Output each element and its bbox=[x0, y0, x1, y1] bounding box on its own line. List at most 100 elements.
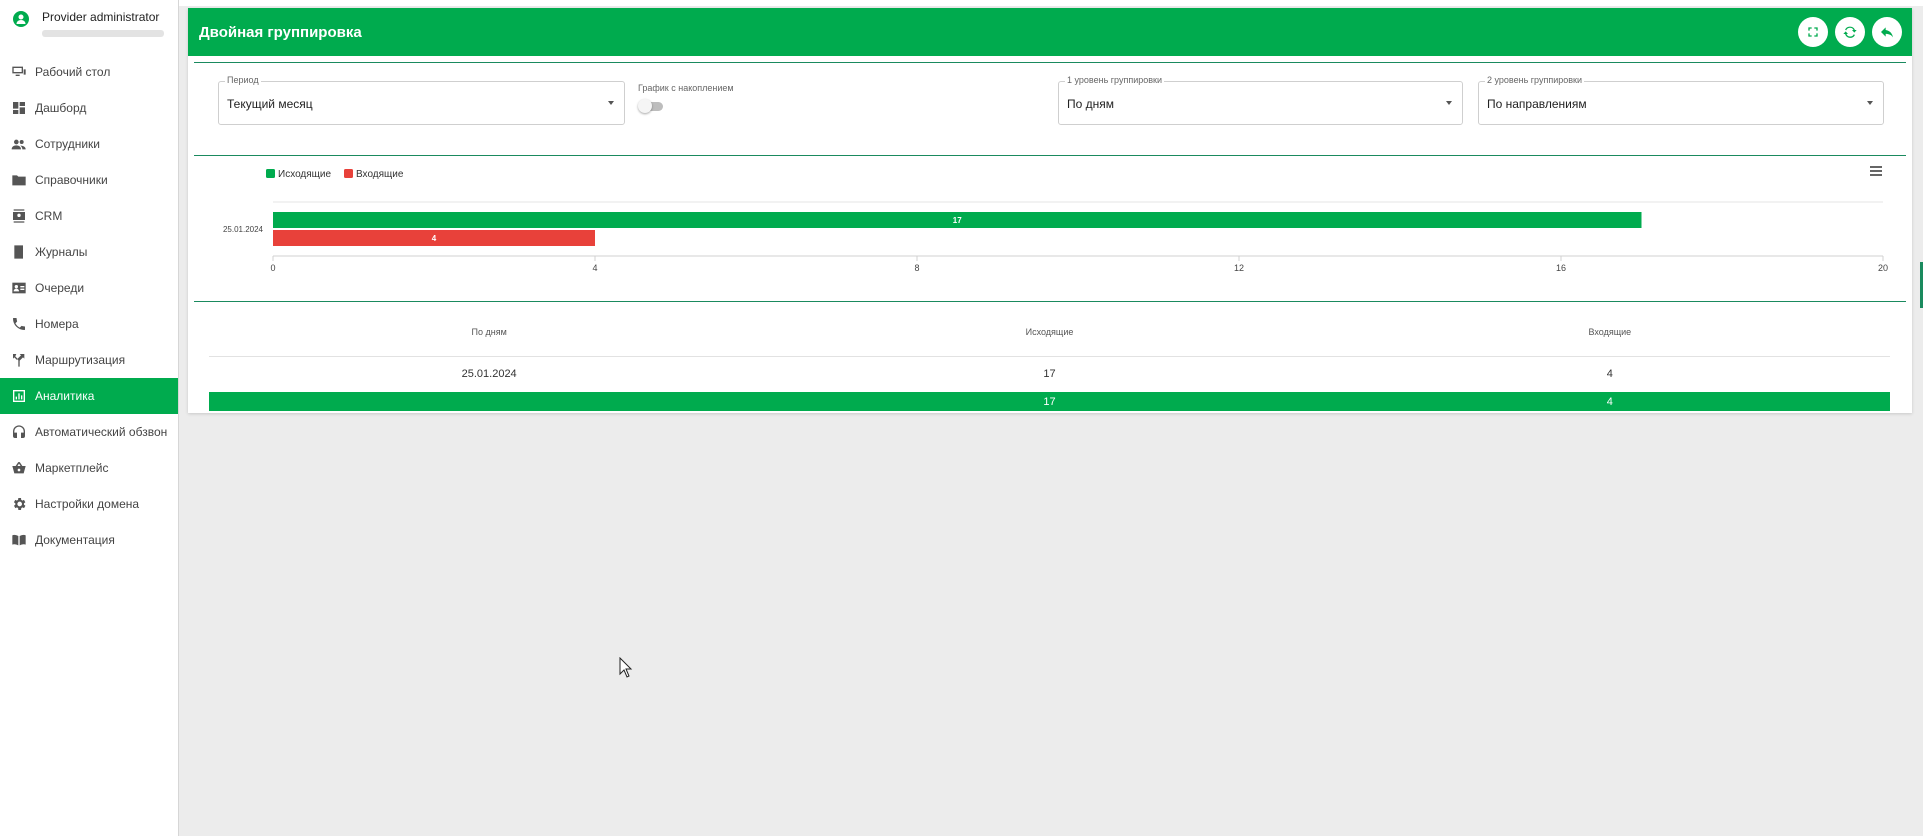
legend-label: Входящие bbox=[356, 169, 404, 180]
sidebar-item-autodial[interactable]: Автоматический обзвон bbox=[0, 414, 178, 450]
chevron-down-icon bbox=[608, 101, 614, 105]
sidebar-item-label: Дашборд bbox=[35, 101, 87, 115]
contacts-icon bbox=[11, 208, 27, 224]
toggle-knob bbox=[638, 99, 652, 113]
sidebar-item-domain-settings[interactable]: Настройки домена bbox=[0, 486, 178, 522]
people-icon bbox=[11, 136, 27, 152]
sidebar-item-label: Справочники bbox=[35, 173, 108, 187]
hamburger-menu-icon[interactable] bbox=[1870, 166, 1882, 176]
sidebar-item-documentation[interactable]: Документация bbox=[0, 522, 178, 558]
sidebar-item-label: Автоматический обзвон bbox=[35, 425, 168, 439]
dashboard-icon bbox=[11, 100, 27, 116]
basket-icon bbox=[11, 460, 27, 476]
table-header-cell: По дням bbox=[209, 308, 770, 357]
top-strip bbox=[179, 0, 1923, 6]
y-category-label: 25.01.2024 bbox=[223, 225, 264, 234]
fullscreen-button[interactable] bbox=[1798, 17, 1828, 47]
mouse-cursor-icon bbox=[619, 657, 633, 678]
x-tick-label: 20 bbox=[1878, 263, 1888, 273]
sidebar-item-label: Маркетплейс bbox=[35, 461, 109, 475]
analytics-icon bbox=[11, 388, 27, 404]
level2-select[interactable]: 2 уровень группировки По направлениям bbox=[1478, 75, 1884, 125]
gear-icon bbox=[11, 496, 27, 512]
sidebar-item-label: Сотрудники bbox=[35, 137, 100, 151]
sidebar-item-crm[interactable]: CRM bbox=[0, 198, 178, 234]
x-tick-label: 16 bbox=[1556, 263, 1566, 273]
refresh-icon bbox=[1843, 26, 1857, 38]
chevron-down-icon bbox=[1446, 101, 1452, 105]
sidebar-item-directories[interactable]: Справочники bbox=[0, 162, 178, 198]
phone-icon bbox=[11, 316, 27, 332]
x-tick-label: 4 bbox=[592, 263, 597, 273]
period-value: Текущий месяц bbox=[227, 97, 313, 111]
table-total-row: 17 4 bbox=[209, 392, 1890, 411]
level1-label: 1 уровень группировки bbox=[1065, 75, 1164, 85]
bar-data-label: 4 bbox=[432, 234, 437, 243]
routing-icon bbox=[11, 352, 27, 368]
sidebar-item-marketplace[interactable]: Маркетплейс bbox=[0, 450, 178, 486]
x-tick-label: 0 bbox=[270, 263, 275, 273]
fullscreen-icon bbox=[1808, 27, 1818, 37]
sidebar-item-label: Журналы bbox=[35, 245, 88, 259]
desktop-icon bbox=[11, 64, 27, 80]
sidebar-item-label: Маршрутизация bbox=[35, 353, 126, 367]
table-total-cell: 4 bbox=[1329, 392, 1890, 411]
table-row: 25.01.2024 17 4 bbox=[209, 356, 1890, 392]
sidebar-item-label: Очереди bbox=[35, 281, 85, 295]
sidebar-item-label: Рабочий стол bbox=[35, 65, 111, 79]
bar-chart: Исходящие Входящие 0 4 8 12 16 20 25.01.2024 17 4 bbox=[188, 156, 1912, 301]
sidebar: Provider administrator Рабочий стол Дашбо… bbox=[0, 0, 179, 836]
sidebar-item-label: CRM bbox=[35, 209, 63, 223]
sidebar-item-journals[interactable]: Журналы bbox=[0, 234, 178, 270]
table-total-cell: 17 bbox=[769, 392, 1330, 411]
legend-swatch bbox=[344, 169, 353, 178]
data-table: По дням Исходящие Входящие 25.01.2024 17 4 17… bbox=[209, 308, 1890, 411]
sidebar-item-dashboard[interactable]: Дашборд bbox=[0, 90, 178, 126]
period-select[interactable]: Период Текущий месяц bbox=[218, 75, 625, 125]
reply-arrow-icon bbox=[1881, 27, 1893, 38]
sidebar-item-label: Номера bbox=[35, 317, 79, 331]
chevron-down-icon bbox=[1867, 101, 1873, 105]
docs-icon bbox=[11, 532, 27, 548]
sidebar-item-numbers[interactable]: Номера bbox=[0, 306, 178, 342]
sidebar-nav: Рабочий стол Дашборд Сотрудники Справочники… bbox=[0, 54, 178, 558]
level1-select[interactable]: 1 уровень группировки По дням bbox=[1058, 75, 1463, 125]
bar-data-label: 17 bbox=[953, 216, 962, 225]
table-header-cell: Исходящие bbox=[769, 308, 1330, 357]
headset-icon bbox=[11, 424, 27, 440]
level2-label: 2 уровень группировки bbox=[1485, 75, 1584, 85]
cumulative-label: График с накоплением bbox=[638, 83, 734, 93]
chart-svg: Исходящие Входящие 0 4 8 12 16 20 25.01.2024 17 4 bbox=[223, 169, 1888, 273]
refresh-button[interactable] bbox=[1835, 17, 1865, 47]
table-cell: 17 bbox=[1043, 368, 1056, 381]
table-cell: 4 bbox=[1606, 368, 1613, 381]
sidebar-item-employees[interactable]: Сотрудники bbox=[0, 126, 178, 162]
sidebar-item-desktop[interactable]: Рабочий стол bbox=[0, 54, 178, 90]
sidebar-item-label: Аналитика bbox=[35, 389, 95, 403]
cumulative-toggle[interactable] bbox=[638, 99, 664, 113]
table-total-cell bbox=[209, 392, 770, 411]
book-icon bbox=[11, 244, 27, 260]
table-header-cell: Входящие bbox=[1329, 308, 1890, 357]
page-title: Двойная группировка bbox=[199, 23, 362, 41]
sidebar-item-label: Документация bbox=[35, 533, 115, 547]
contact-card-icon bbox=[11, 280, 27, 296]
user-profile[interactable]: Provider administrator bbox=[0, 0, 178, 50]
report-card: Двойная группировка Период Текущий месяц… bbox=[188, 8, 1912, 413]
account-icon bbox=[13, 11, 29, 27]
x-tick-label: 8 bbox=[914, 263, 919, 273]
legend-label: Исходящие bbox=[278, 169, 331, 180]
filters-panel: Период Текущий месяц График с накопление… bbox=[188, 63, 1912, 155]
x-tick-label: 12 bbox=[1234, 263, 1244, 273]
user-name: Provider administrator bbox=[42, 10, 160, 24]
back-button[interactable] bbox=[1872, 17, 1902, 47]
level1-value: По дням bbox=[1067, 97, 1115, 111]
legend-swatch bbox=[266, 169, 275, 178]
divider bbox=[194, 301, 1906, 302]
user-email-blurred bbox=[42, 30, 164, 37]
sidebar-item-queues[interactable]: Очереди bbox=[0, 270, 178, 306]
sidebar-item-routing[interactable]: Маршрутизация bbox=[0, 342, 178, 378]
report-header: Двойная группировка bbox=[188, 8, 1912, 56]
sidebar-item-analytics[interactable]: Аналитика bbox=[0, 378, 178, 414]
period-label: Период bbox=[225, 75, 261, 85]
